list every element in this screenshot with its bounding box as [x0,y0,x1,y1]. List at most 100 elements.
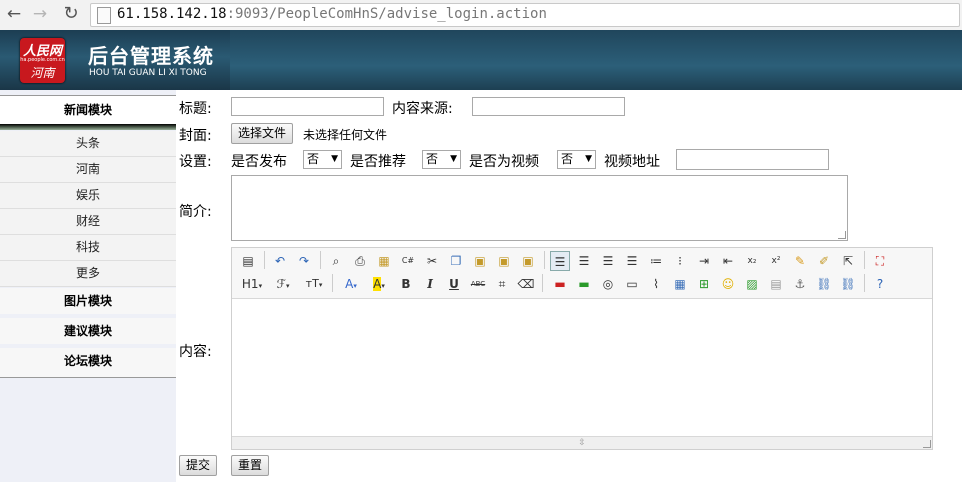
settings-label: 设置: [179,154,212,170]
font-family-icon[interactable]: ℱ▾ [270,274,296,294]
sidebar: 新闻模块 头条 河南 娱乐 财经 科技 更多 图片模块 建议模块 论坛模块 [0,90,176,482]
sidebar-forum-module[interactable]: 论坛模块 [0,348,176,378]
paste-icon[interactable]: ▣ [470,251,490,271]
address-bar[interactable]: 61.158.142.18:9093/PeopleComHnS/advise_l… [90,3,960,27]
reset-button[interactable]: 重置 [231,455,270,476]
resize-grip-icon[interactable] [838,231,846,239]
sidebar-divider [0,124,176,130]
strikethrough-icon[interactable]: ABC [468,274,488,294]
emotion-icon[interactable]: ☺ [718,274,738,294]
gallery-icon[interactable]: ▨ [742,274,762,294]
sidebar-item-more[interactable]: 更多 [0,261,176,287]
copy-icon[interactable]: ❐ [446,251,466,271]
forward-arrow-icon[interactable]: → [30,4,50,24]
sidebar-advice-module[interactable]: 建议模块 [0,318,176,344]
italic-icon[interactable]: I [420,274,440,294]
page-icon [97,7,111,24]
summary-textarea[interactable] [231,175,848,241]
publish-select[interactable]: 否 ▼ [303,150,342,169]
source-label: 内容来源: [392,101,453,117]
heading-icon[interactable]: H1▾ [238,274,266,294]
no-file-text: 未选择任何文件 [303,128,388,142]
sidebar-item-tech[interactable]: 科技 [0,235,176,261]
editor-resize-bar[interactable]: ⇳ [232,436,932,449]
address-text: 61.158.142.18:9093/PeopleComHnS/advise_l… [117,6,547,22]
select-all-icon[interactable]: ✐ [814,251,834,271]
link-icon[interactable]: ⛓ [814,274,834,294]
content-label: 内容: [179,344,212,360]
system-title: 后台管理系统 [88,44,214,68]
print-icon[interactable]: ⎙ [350,251,370,271]
template-icon[interactable]: ▦ [374,251,394,271]
video-url-label: 视频地址 [604,154,660,170]
sidebar-item-henan[interactable]: 河南 [0,157,176,183]
source-input[interactable] [472,97,625,116]
editor-toolbar: ▤ ↶ ↷ ⌕ ⎙ ▦ C# ✂ ❐ ▣ ▣ ▣ ☰ ☰ ☰ ☰ ≔ ⁝ ⇥ ⇤… [232,248,932,299]
title-input[interactable] [231,97,384,116]
paste-word-icon[interactable]: ▣ [518,251,538,271]
insert-image-icon[interactable]: ▬ [550,274,570,294]
reload-icon[interactable]: ↻ [61,4,81,24]
sidebar-item-finance[interactable]: 财经 [0,209,176,235]
recommend-label: 是否推荐 [350,154,406,170]
video-label: 是否为视频 [469,154,539,170]
attachment-icon[interactable]: ⌇ [646,274,666,294]
chevron-down-icon: ▼ [450,154,457,164]
page-break-icon[interactable]: ▤ [766,274,786,294]
video-select[interactable]: 否 ▼ [557,150,596,169]
insert-row-icon[interactable]: ⊞ [694,274,714,294]
superscript-icon[interactable]: x² [766,251,786,271]
anchor-icon[interactable]: ⚓ [790,274,810,294]
outdent-icon[interactable]: ⇤ [718,251,738,271]
video-icon[interactable]: ▭ [622,274,642,294]
sidebar-item-headline[interactable]: 头条 [0,131,176,157]
sidebar-pictures-module[interactable]: 图片模块 [0,288,176,314]
subscript-icon[interactable]: x₂ [742,251,762,271]
align-justify-icon[interactable]: ☰ [622,251,642,271]
site-logo: 人民网 ha.people.com.cn 河南 [20,38,65,83]
fullscreen-icon[interactable]: ⛶ [870,251,890,271]
cut-icon[interactable]: ✂ [422,251,442,271]
table-icon[interactable]: ▦ [670,274,690,294]
highlight-color-icon[interactable]: A▾ [366,274,392,294]
font-color-icon[interactable]: A▾ [338,274,364,294]
summary-label: 简介: [179,204,212,220]
bold-icon[interactable]: B [396,274,416,294]
scrawl-icon[interactable]: ◎ [598,274,618,294]
source-icon[interactable]: ▤ [238,251,258,271]
code-icon[interactable]: C# [398,251,418,271]
editor-content-area[interactable] [232,299,932,437]
preview-icon[interactable]: ⌕ [326,251,346,271]
back-arrow-icon[interactable]: ← [4,4,24,24]
rich-text-editor: ▤ ↶ ↷ ⌕ ⎙ ▦ C# ✂ ❐ ▣ ▣ ▣ ☰ ☰ ☰ ☰ ≔ ⁝ ⇥ ⇤… [231,247,933,450]
multi-image-icon[interactable]: ▬ [574,274,594,294]
clear-format-icon[interactable]: ✎ [790,251,810,271]
system-subtitle: HOU TAI GUAN LI XI TONG [89,68,207,78]
underline-icon[interactable]: U [444,274,464,294]
help-icon[interactable]: ? [870,274,890,294]
browser-toolbar: ← → ↻ 61.158.142.18:9093/PeopleComHnS/ad… [0,0,962,31]
resize-grip-icon[interactable] [923,440,931,448]
submit-button[interactable]: 提交 [179,455,218,476]
sidebar-item-entertainment[interactable]: 娱乐 [0,183,176,209]
undo-icon[interactable]: ↶ [270,251,290,271]
recommend-select[interactable]: 否 ▼ [422,150,461,169]
redo-icon[interactable]: ↷ [294,251,314,271]
video-url-input[interactable] [676,149,829,170]
unordered-list-icon[interactable]: ⁝ [670,251,690,271]
choose-file-button[interactable]: 选择文件 [231,123,294,144]
chevron-down-icon: ▼ [585,154,592,164]
table-border-icon[interactable]: ⌗ [492,274,512,294]
align-center-icon[interactable]: ☰ [574,251,594,271]
cursor-icon[interactable]: ⇱ [838,251,858,271]
indent-icon[interactable]: ⇥ [694,251,714,271]
unlink-icon[interactable]: ⛓ [838,274,858,294]
align-left-icon[interactable]: ☰ [550,251,570,271]
title-label: 标题: [179,101,212,117]
eraser-icon[interactable]: ⌫ [516,274,536,294]
sidebar-news-module[interactable]: 新闻模块 [0,95,176,124]
paste-text-icon[interactable]: ▣ [494,251,514,271]
align-right-icon[interactable]: ☰ [598,251,618,271]
ordered-list-icon[interactable]: ≔ [646,251,666,271]
font-size-icon[interactable]: тT▾ [300,274,328,294]
